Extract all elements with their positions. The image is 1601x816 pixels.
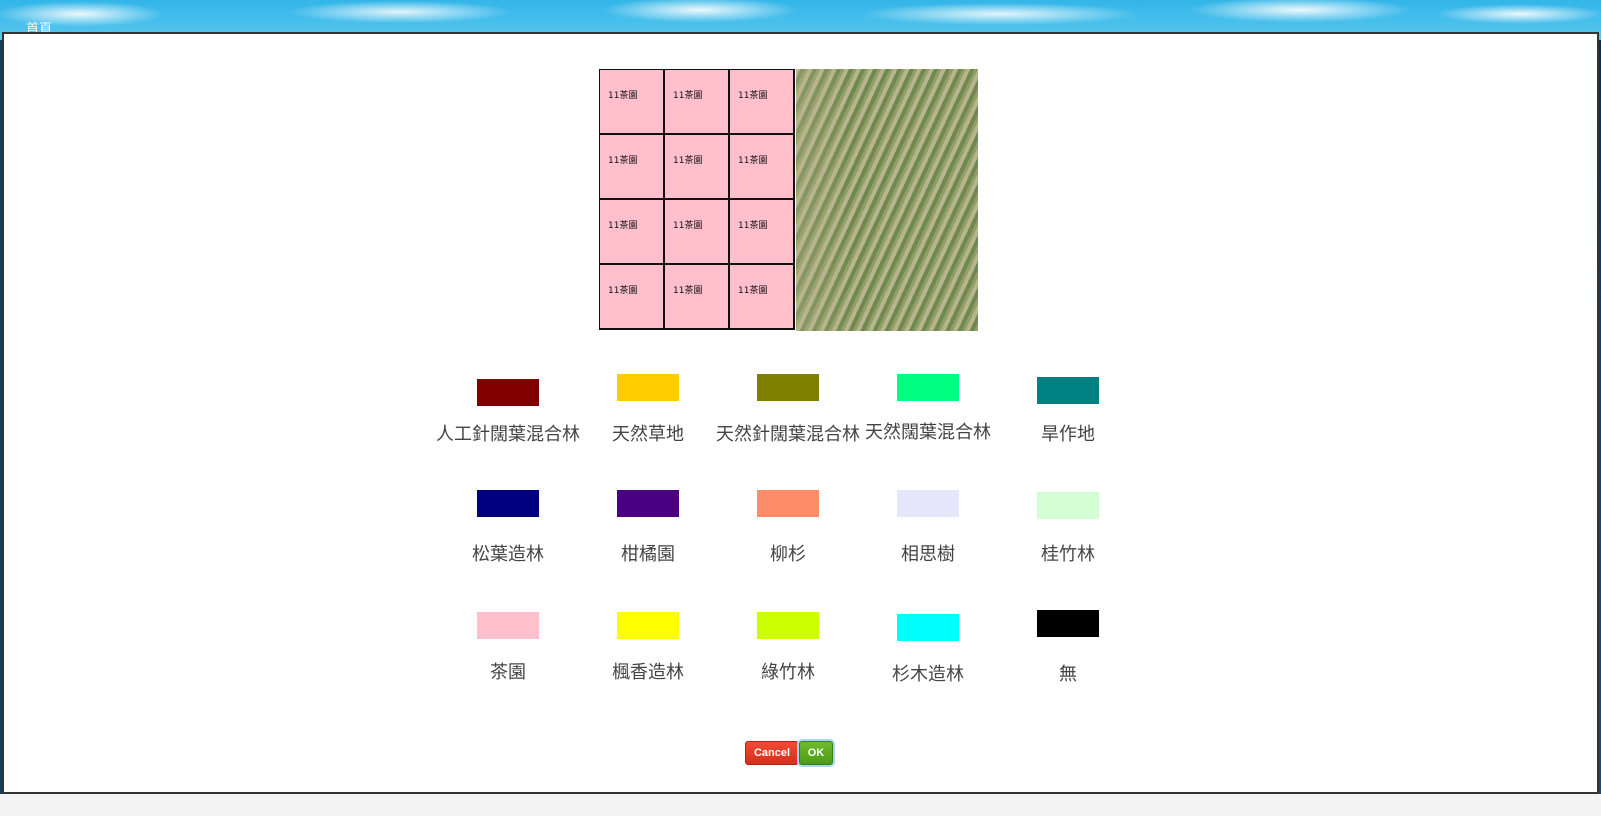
- legend-label: 相思樹: [901, 544, 955, 565]
- legend-swatch[interactable]: [477, 379, 539, 406]
- legend-swatch[interactable]: [617, 374, 679, 401]
- classification-dialog: 11茶園 11茶園 11茶園 11茶園 11茶園 11茶園 11茶園 11茶園 …: [2, 32, 1599, 794]
- legend-label: 人工針闊葉混合林: [436, 424, 580, 445]
- legend-item[interactable]: 人工針闊葉混合林: [433, 379, 583, 446]
- legend-label: 旱作地: [1041, 424, 1095, 445]
- legend-label: 桂竹林: [1041, 544, 1095, 565]
- legend-swatch[interactable]: [757, 490, 819, 517]
- legend-item[interactable]: 天然針闊葉混合林: [713, 374, 863, 446]
- legend-item[interactable]: 無: [993, 610, 1143, 686]
- legend-label: 松葉造林: [472, 544, 544, 565]
- page-footer-strip: [0, 794, 1601, 816]
- legend-item[interactable]: 茶園: [433, 612, 583, 684]
- legend-swatch[interactable]: [1037, 377, 1099, 404]
- legend-swatch[interactable]: [757, 612, 819, 639]
- legend-label: 茶園: [490, 662, 526, 683]
- legend-swatch[interactable]: [757, 374, 819, 401]
- legend-swatch[interactable]: [897, 490, 959, 517]
- legend-label: 杉木造林: [892, 664, 964, 685]
- legend-item[interactable]: 天然草地: [573, 374, 723, 446]
- cancel-button[interactable]: Cancel: [745, 741, 799, 765]
- legend: 人工針闊葉混合林 天然草地 天然針闊葉混合林 天然闊葉混合林 旱作地 松葉造林 …: [4, 34, 1597, 792]
- legend-item[interactable]: 松葉造林: [433, 490, 583, 566]
- legend-label: 柑橘園: [621, 544, 675, 565]
- ok-button[interactable]: OK: [799, 741, 833, 765]
- legend-label: 楓香造林: [612, 662, 684, 683]
- legend-item[interactable]: 杉木造林: [853, 614, 1003, 686]
- legend-label: 天然闊葉混合林: [865, 422, 991, 443]
- legend-swatch[interactable]: [617, 612, 679, 639]
- legend-swatch[interactable]: [1037, 492, 1099, 519]
- legend-label: 柳杉: [770, 544, 806, 565]
- legend-label: 無: [1059, 664, 1077, 685]
- legend-item[interactable]: 天然闊葉混合林: [853, 374, 1003, 444]
- legend-item[interactable]: 旱作地: [993, 377, 1143, 446]
- legend-swatch[interactable]: [477, 612, 539, 639]
- legend-label: 天然草地: [612, 424, 684, 445]
- legend-item[interactable]: 柑橘園: [573, 490, 723, 566]
- legend-swatch[interactable]: [477, 490, 539, 517]
- legend-swatch[interactable]: [617, 490, 679, 517]
- legend-item[interactable]: 相思樹: [853, 490, 1003, 566]
- legend-label: 綠竹林: [761, 662, 815, 683]
- legend-label: 天然針闊葉混合林: [716, 424, 860, 445]
- legend-swatch[interactable]: [897, 374, 959, 401]
- legend-swatch[interactable]: [897, 614, 959, 641]
- legend-swatch[interactable]: [1037, 610, 1099, 637]
- legend-item[interactable]: 柳杉: [713, 490, 863, 566]
- legend-item[interactable]: 桂竹林: [993, 492, 1143, 566]
- legend-item[interactable]: 綠竹林: [713, 612, 863, 684]
- legend-item[interactable]: 楓香造林: [573, 612, 723, 684]
